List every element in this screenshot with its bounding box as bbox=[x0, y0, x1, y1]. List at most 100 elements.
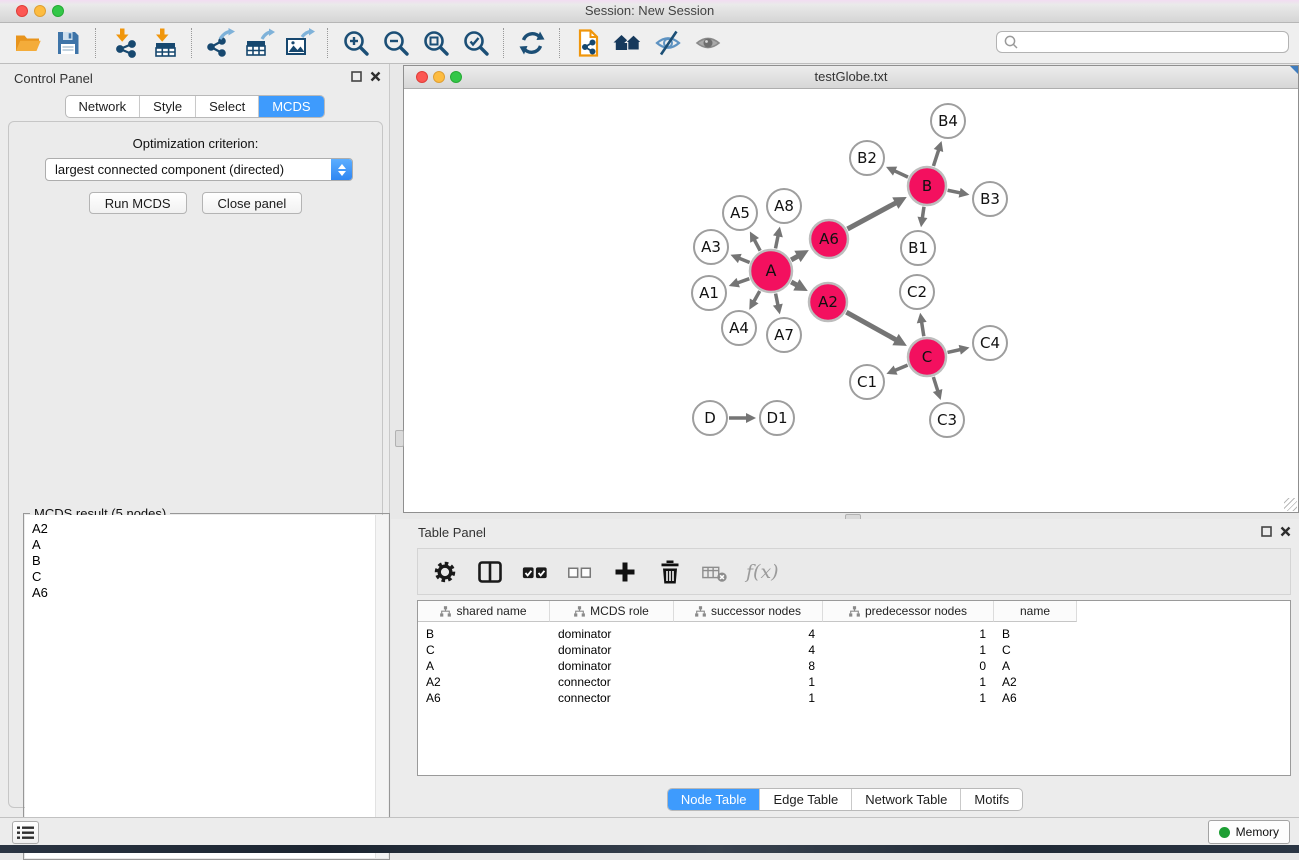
close-table-panel-icon[interactable] bbox=[1280, 526, 1291, 537]
column-settings-button[interactable] bbox=[431, 558, 459, 586]
search-field[interactable] bbox=[996, 31, 1289, 53]
tab-motifs[interactable]: Motifs bbox=[961, 789, 1022, 810]
import-table-button[interactable] bbox=[144, 25, 184, 61]
graph-edge-A6-B[interactable] bbox=[847, 203, 896, 229]
table-row[interactable]: A6connector11A6 bbox=[418, 690, 1290, 706]
add-column-button[interactable] bbox=[611, 558, 639, 586]
float-panel-icon[interactable] bbox=[351, 71, 362, 82]
table-cell[interactable]: dominator bbox=[550, 627, 674, 641]
zoom-window-button[interactable] bbox=[52, 5, 64, 17]
table-row[interactable]: Adominator80A bbox=[418, 658, 1290, 674]
mcds-list-scrollbar[interactable] bbox=[375, 515, 388, 858]
zoom-fit-button[interactable] bbox=[416, 25, 456, 61]
network-window-titlebar[interactable]: testGlobe.txt bbox=[404, 66, 1298, 89]
table-cell[interactable]: dominator bbox=[550, 643, 674, 657]
vertical-splitter-handle[interactable] bbox=[395, 430, 404, 447]
graph-edge-A2-C[interactable] bbox=[846, 312, 896, 340]
tab-mcds[interactable]: MCDS bbox=[259, 96, 323, 117]
task-history-button[interactable] bbox=[12, 821, 39, 844]
table-cell[interactable]: A6 bbox=[418, 691, 550, 705]
criterion-dropdown[interactable]: largest connected component (directed) bbox=[45, 158, 353, 181]
table-cell[interactable]: A bbox=[418, 659, 550, 673]
graph-edge-A-A3[interactable] bbox=[739, 258, 750, 262]
table-cell[interactable]: 8 bbox=[674, 659, 823, 673]
close-panel-button[interactable]: Close panel bbox=[202, 192, 303, 214]
table-cell[interactable]: connector bbox=[550, 691, 674, 705]
table-cell[interactable]: 1 bbox=[823, 643, 994, 657]
graph-edge-B-B4[interactable] bbox=[933, 150, 938, 166]
table-cell[interactable]: C bbox=[418, 643, 550, 657]
table-cell[interactable]: 1 bbox=[823, 627, 994, 641]
export-image-button[interactable] bbox=[280, 25, 320, 61]
app-titlebar[interactable]: Session: New Session bbox=[0, 0, 1299, 23]
mcds-result-item[interactable]: C bbox=[32, 569, 388, 585]
table-cell[interactable]: B bbox=[994, 627, 1077, 641]
table-cell[interactable]: A2 bbox=[418, 675, 550, 689]
tab-select[interactable]: Select bbox=[196, 96, 259, 117]
table-cell[interactable]: A2 bbox=[994, 675, 1077, 689]
split-view-button[interactable] bbox=[476, 558, 504, 586]
network-graph[interactable]: B4B2BB3A5A8A6A3B1AA1C2A2A4A7C4CC1C3DD1 bbox=[404, 89, 1298, 512]
refresh-button[interactable] bbox=[512, 25, 552, 61]
table-row[interactable]: A2connector11A2 bbox=[418, 674, 1290, 690]
mcds-result-item[interactable]: A2 bbox=[32, 521, 388, 537]
table-cell[interactable]: C bbox=[994, 643, 1077, 657]
graph-edge-A-A8[interactable] bbox=[776, 235, 779, 248]
graph-edge-C-C3[interactable] bbox=[933, 377, 938, 391]
zoom-selected-button[interactable] bbox=[456, 25, 496, 61]
zoom-out-button[interactable] bbox=[376, 25, 416, 61]
close-panel-icon[interactable] bbox=[370, 71, 381, 82]
table-cell[interactable]: 1 bbox=[674, 691, 823, 705]
column-header-name[interactable]: name bbox=[994, 601, 1077, 622]
mcds-result-item[interactable]: A6 bbox=[32, 585, 388, 601]
network-minimize-button[interactable] bbox=[433, 71, 445, 83]
table-cell[interactable]: A bbox=[994, 659, 1077, 673]
graph-edge-C-C4[interactable] bbox=[947, 350, 960, 353]
network-canvas[interactable]: B4B2BB3A5A8A6A3B1AA1C2A2A4A7C4CC1C3DD1 bbox=[404, 89, 1298, 512]
tab-style[interactable]: Style bbox=[140, 96, 196, 117]
table-cell[interactable]: A6 bbox=[994, 691, 1077, 705]
graph-edge-A-A6[interactable] bbox=[791, 256, 798, 260]
import-network-button[interactable] bbox=[104, 25, 144, 61]
export-table-button[interactable] bbox=[240, 25, 280, 61]
home-button[interactable] bbox=[608, 25, 648, 61]
table-cell[interactable]: dominator bbox=[550, 659, 674, 673]
column-header-MCDS-role[interactable]: MCDS role bbox=[550, 601, 674, 622]
column-header-shared-name[interactable]: shared name bbox=[418, 601, 550, 622]
table-cell[interactable]: 4 bbox=[674, 627, 823, 641]
network-close-button[interactable] bbox=[416, 71, 428, 83]
function-builder-button[interactable]: f(x) bbox=[746, 561, 779, 583]
graph-edge-A-A1[interactable] bbox=[737, 279, 749, 283]
graph-edge-C-C2[interactable] bbox=[922, 322, 924, 337]
column-header-successor-nodes[interactable]: successor nodes bbox=[674, 601, 823, 622]
run-mcds-button[interactable]: Run MCDS bbox=[89, 192, 187, 214]
table-row[interactable]: Bdominator41B bbox=[418, 626, 1290, 642]
graph-edge-A-A2[interactable] bbox=[791, 282, 797, 285]
open-network-document-button[interactable] bbox=[568, 25, 608, 61]
tab-edge-table[interactable]: Edge Table bbox=[760, 789, 852, 810]
zoom-in-button[interactable] bbox=[336, 25, 376, 61]
graph-edge-C-C1[interactable] bbox=[895, 365, 908, 370]
table-cell[interactable]: connector bbox=[550, 675, 674, 689]
column-header-predecessor-nodes[interactable]: predecessor nodes bbox=[823, 601, 994, 622]
graph-edge-B-B1[interactable] bbox=[922, 207, 924, 219]
mcds-result-item[interactable]: A bbox=[32, 537, 388, 553]
graph-edge-A-A5[interactable] bbox=[754, 239, 760, 250]
graph-edge-B-B2[interactable] bbox=[894, 171, 908, 177]
open-session-button[interactable] bbox=[8, 25, 48, 61]
tab-network[interactable]: Network bbox=[65, 96, 140, 117]
export-network-button[interactable] bbox=[200, 25, 240, 61]
window-resize-grip[interactable] bbox=[1284, 498, 1297, 511]
minimize-window-button[interactable] bbox=[34, 5, 46, 17]
mcds-result-list[interactable]: A2ABCA6 bbox=[25, 515, 388, 858]
graph-edge-A-A7[interactable] bbox=[776, 294, 778, 306]
table-cell[interactable]: B bbox=[418, 627, 550, 641]
memory-button[interactable]: Memory bbox=[1208, 820, 1290, 844]
select-all-button[interactable] bbox=[521, 558, 549, 586]
network-zoom-button[interactable] bbox=[450, 71, 462, 83]
hide-details-button[interactable] bbox=[648, 25, 688, 61]
graph-edge-A-A4[interactable] bbox=[754, 291, 760, 302]
float-table-panel-icon[interactable] bbox=[1261, 526, 1272, 537]
table-cell[interactable]: 1 bbox=[823, 675, 994, 689]
delete-table-button[interactable] bbox=[701, 558, 729, 586]
